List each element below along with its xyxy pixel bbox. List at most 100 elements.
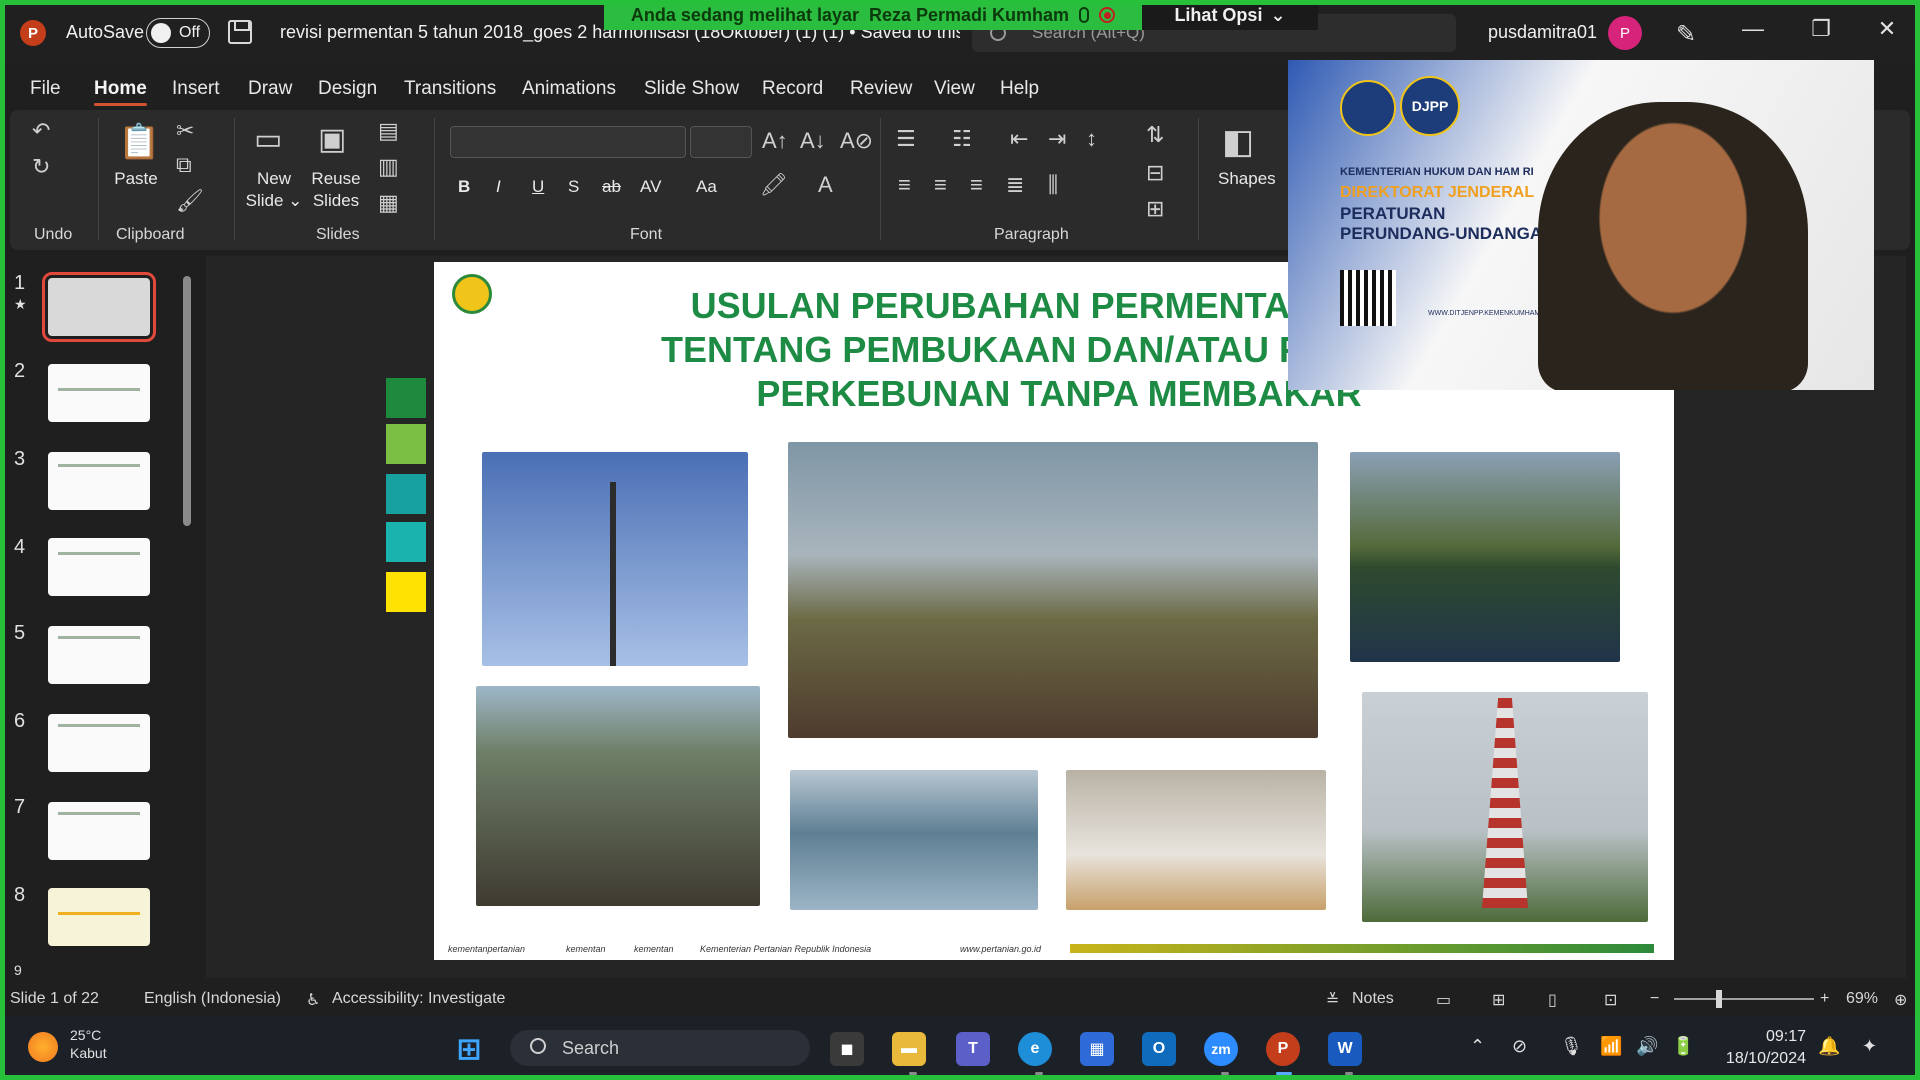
shapes-button[interactable]: Shapes [1218, 168, 1276, 190]
thumbnail-scrollbar[interactable] [182, 262, 192, 972]
chevron-up-icon[interactable]: ⌃ [1470, 1036, 1485, 1057]
format-painter-icon[interactable]: 🖌 [176, 188, 204, 214]
taskbar-clock[interactable]: 09:17 18/10/2024 [1716, 1026, 1806, 1070]
slide-thumbnail-4[interactable] [48, 538, 150, 596]
language-indicator[interactable]: English (Indonesia) [144, 990, 281, 1008]
powerpoint-taskbar-icon[interactable]: P [1266, 1032, 1300, 1066]
menu-slide-show[interactable]: Slide Show [644, 78, 739, 100]
menu-animations[interactable]: Animations [522, 78, 616, 100]
paste-icon[interactable]: 📋 [118, 122, 160, 162]
accessibility-icon[interactable]: ♿ [306, 990, 320, 1010]
line-spacing-icon[interactable]: ↕ [1086, 126, 1097, 152]
menu-draw[interactable]: Draw [248, 78, 292, 100]
color-swatch[interactable] [386, 378, 426, 418]
menu-file[interactable]: File [30, 78, 61, 100]
menu-insert[interactable]: Insert [172, 78, 220, 100]
pen-icon[interactable]: ✎ [1676, 20, 1696, 49]
smartart-icon[interactable]: ⊞ [1146, 196, 1164, 222]
accessibility-status[interactable]: Accessibility: Investigate [332, 990, 505, 1008]
reuse-slides-icon[interactable]: ▣ [318, 122, 346, 157]
menu-help[interactable]: Help [1000, 78, 1039, 100]
zoom-slider[interactable] [1674, 998, 1814, 1000]
increase-font-icon[interactable]: A↑ [762, 128, 788, 154]
drone-photo[interactable] [1066, 770, 1326, 910]
avatar[interactable]: P [1608, 16, 1642, 50]
cut-icon[interactable]: ✂ [176, 118, 194, 144]
shadow-button[interactable]: S [568, 176, 579, 198]
slide-thumbnail-2[interactable] [48, 364, 150, 422]
bold-button[interactable]: B [458, 176, 470, 198]
slide-thumbnail-7[interactable] [48, 802, 150, 860]
decrease-indent-icon[interactable]: ⇤ [1010, 126, 1028, 152]
hand-tractor-photo[interactable] [788, 442, 1318, 738]
slideshow-view-icon[interactable]: ⊡ [1604, 990, 1617, 1010]
task-view-icon[interactable]: ◼ [830, 1032, 864, 1066]
numbering-icon[interactable]: ☷ [952, 126, 972, 152]
slide-thumbnail-6[interactable] [48, 714, 150, 772]
slide-thumbnail-1[interactable] [42, 272, 156, 342]
slide-count[interactable]: Slide 1 of 22 [10, 990, 99, 1008]
forest-fire-photo[interactable] [1350, 452, 1620, 662]
color-swatch[interactable] [386, 424, 426, 464]
fit-slide-icon[interactable]: ⊕ [1894, 990, 1907, 1010]
align-left-icon[interactable]: ≡ [898, 172, 911, 198]
font-family-select[interactable] [450, 126, 686, 158]
zoom-in-icon[interactable]: + [1820, 990, 1829, 1008]
slide-thumbnail-8[interactable] [48, 888, 150, 946]
file-explorer-icon[interactable]: ▬ [892, 1032, 926, 1066]
zoom-app-icon[interactable]: zm [1204, 1032, 1238, 1066]
volume-icon[interactable]: 🔊 [1636, 1036, 1658, 1057]
menu-record[interactable]: Record [762, 78, 823, 100]
italic-button[interactable]: I [496, 176, 501, 198]
watch-tower-photo[interactable] [1362, 692, 1648, 922]
highlight-icon[interactable]: 🖍 [760, 172, 788, 198]
water-reservoir-photo[interactable] [790, 770, 1038, 910]
bullets-icon[interactable]: ☰ [896, 126, 916, 152]
normal-view-icon[interactable]: ▭ [1436, 990, 1451, 1010]
microphone-icon[interactable]: 🎙 [1560, 1036, 1583, 1057]
view-options-button[interactable]: Lihat Opsi ⌄ [1142, 0, 1318, 30]
shapes-icon[interactable]: ◧ [1222, 122, 1254, 162]
notification-bell-icon[interactable]: 🔔 [1818, 1036, 1840, 1057]
save-icon[interactable] [228, 20, 252, 44]
strikethrough-button[interactable]: ab [602, 176, 621, 198]
menu-home[interactable]: Home [94, 78, 147, 106]
taskbar-search[interactable]: Search [510, 1030, 810, 1066]
user-name[interactable]: pusdamitra01 [1488, 22, 1597, 43]
word-icon[interactable]: W [1328, 1032, 1362, 1066]
font-color-icon[interactable]: A [818, 172, 833, 198]
new-slide-label-2[interactable]: Slide ⌄ [244, 190, 304, 212]
edge-icon[interactable]: e [1018, 1032, 1052, 1066]
text-direction-icon[interactable]: ⇅ [1146, 122, 1164, 148]
change-case-button[interactable]: Aa [696, 176, 717, 198]
reuse-slides-label-1[interactable]: Reuse [306, 168, 366, 190]
undo-icon[interactable]: ↶ [32, 118, 50, 144]
notes-button[interactable]: Notes [1352, 990, 1394, 1008]
copilot-icon[interactable]: ✦ [1862, 1036, 1877, 1057]
layout-icon[interactable]: ▤ [378, 118, 399, 144]
reuse-slides-label-2[interactable]: Slides [306, 190, 366, 212]
menu-view[interactable]: View [934, 78, 975, 100]
redo-icon[interactable]: ↻ [32, 154, 50, 180]
align-text-icon[interactable]: ⊟ [1146, 160, 1164, 186]
restore-icon[interactable]: ❐ [1806, 16, 1836, 42]
paste-button[interactable]: Paste [114, 168, 158, 190]
new-slide-icon[interactable]: ▭ [254, 122, 282, 157]
zoom-slider-thumb[interactable] [1716, 990, 1722, 1008]
clear-format-icon[interactable]: A⊘ [840, 128, 873, 154]
reading-view-icon[interactable]: ▯ [1548, 990, 1557, 1010]
menu-design[interactable]: Design [318, 78, 377, 100]
store-icon[interactable]: ▦ [1080, 1032, 1114, 1066]
align-center-icon[interactable]: ≡ [934, 172, 947, 198]
teams-icon[interactable]: T [956, 1032, 990, 1066]
minimize-icon[interactable]: — [1738, 16, 1768, 42]
slide-thumbnail-5[interactable] [48, 626, 150, 684]
copy-icon[interactable]: ⧉ [176, 152, 192, 178]
color-swatch[interactable] [386, 522, 426, 562]
tractor-tillage-photo[interactable] [476, 686, 760, 906]
battery-icon[interactable]: 🔋 [1672, 1036, 1694, 1057]
slide-sorter-icon[interactable]: ⊞ [1492, 990, 1505, 1010]
columns-icon[interactable]: ⫼ [1048, 172, 1058, 198]
weather-widget[interactable]: 25°C Kabut [28, 1026, 107, 1062]
close-icon[interactable]: ✕ [1872, 16, 1902, 42]
